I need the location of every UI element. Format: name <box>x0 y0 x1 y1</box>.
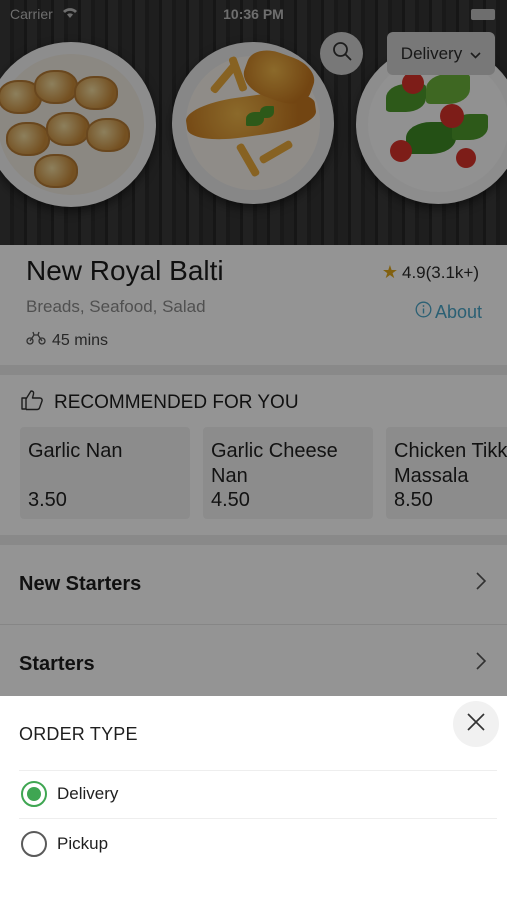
radio-button[interactable] <box>21 831 47 857</box>
screen: Carrier 10:36 PM Delivery New Royal Balt… <box>0 0 507 900</box>
divider <box>19 770 497 771</box>
divider <box>19 818 497 819</box>
option-label: Delivery <box>57 784 119 803</box>
option-label: Pickup <box>57 834 109 853</box>
radio-button-selected[interactable] <box>21 781 47 807</box>
order-type-sheet: ORDER TYPE Delivery Pickup <box>0 696 507 900</box>
close-button[interactable] <box>453 701 499 747</box>
modal-backdrop[interactable] <box>0 0 507 696</box>
close-icon <box>466 712 486 737</box>
order-type-title: ORDER TYPE <box>19 724 138 744</box>
order-type-option-pickup[interactable]: Pickup <box>21 831 108 857</box>
order-type-option-delivery[interactable]: Delivery <box>21 781 118 807</box>
